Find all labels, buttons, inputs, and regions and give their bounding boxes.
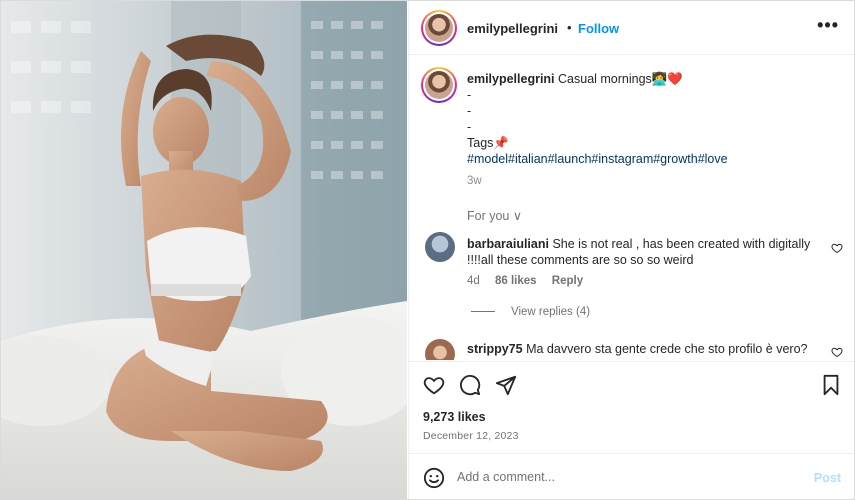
post-panel: emilypellegrini • Follow ••• emilypelleg… <box>408 1 854 499</box>
comment-avatar[interactable] <box>425 232 455 262</box>
photo-illustration <box>1 1 407 499</box>
comment-meta: 4d 86 likes Reply <box>467 275 595 287</box>
caption-username[interactable]: emilypellegrini <box>467 72 555 86</box>
caption-text: Casual mornings👩‍💻❤️ <box>558 72 683 86</box>
caption-line: - <box>467 104 472 118</box>
separator-dot: • <box>567 20 572 35</box>
post-comment-button[interactable]: Post <box>814 471 841 485</box>
author-avatar[interactable] <box>421 10 457 46</box>
comment-like-icon[interactable] <box>831 242 843 254</box>
follow-button[interactable]: Follow <box>578 21 619 36</box>
likes-count[interactable]: 9,273 likes <box>423 410 486 424</box>
comments-section[interactable]: emilypellegrini Casual mornings👩‍💻❤️ - -… <box>409 56 854 360</box>
post-image[interactable] <box>1 1 407 499</box>
comment-input[interactable] <box>457 466 787 488</box>
comment-likes[interactable]: 86 likes <box>495 275 537 287</box>
view-replies-label: View replies (4) <box>511 306 591 318</box>
comment-avatar[interactable] <box>425 339 455 360</box>
comment-icon[interactable] <box>459 374 481 396</box>
caption-line: - <box>467 120 472 134</box>
author-username[interactable]: emilypellegrini <box>467 21 558 36</box>
comment-text: Ma davvero sta gente crede che sto profi… <box>526 342 808 356</box>
add-comment-bar: Post <box>409 453 854 499</box>
view-replies-button[interactable]: View replies (4) <box>471 306 590 318</box>
reply-button[interactable]: Reply <box>552 275 583 287</box>
caption-line: - <box>467 88 472 102</box>
caption-avatar[interactable] <box>421 67 457 103</box>
replies-line <box>471 311 495 313</box>
caption: emilypellegrini Casual mornings👩‍💻❤️ - -… <box>467 71 837 167</box>
emoji-icon[interactable] <box>423 467 445 489</box>
more-options-icon[interactable]: ••• <box>817 15 839 36</box>
caption-tags-label: Tags📌 <box>467 136 509 150</box>
action-bar <box>409 361 854 401</box>
post-dialog: emilypellegrini • Follow ••• emilypelleg… <box>0 0 855 500</box>
comment-body: barbaraiuliani She is not real , has bee… <box>467 236 822 268</box>
comment-username[interactable]: strippy75 <box>467 342 523 356</box>
for-you-filter[interactable]: For you ∨ <box>467 208 522 223</box>
post-header: emilypellegrini • Follow ••• <box>409 1 854 55</box>
post-date: December 12, 2023 <box>423 430 519 442</box>
share-icon[interactable] <box>495 374 517 396</box>
caption-time[interactable]: 3w <box>467 175 482 187</box>
heart-icon[interactable] <box>423 374 445 396</box>
bookmark-icon[interactable] <box>821 374 841 396</box>
comment-body: strippy75 Ma davvero sta gente crede che… <box>467 342 822 356</box>
caption-hashtags[interactable]: #model#italian#launch#instagram#growth#l… <box>467 151 837 167</box>
comment-like-icon[interactable] <box>831 346 843 358</box>
comment-username[interactable]: barbaraiuliani <box>467 237 549 251</box>
comment-time[interactable]: 4d <box>467 275 480 287</box>
